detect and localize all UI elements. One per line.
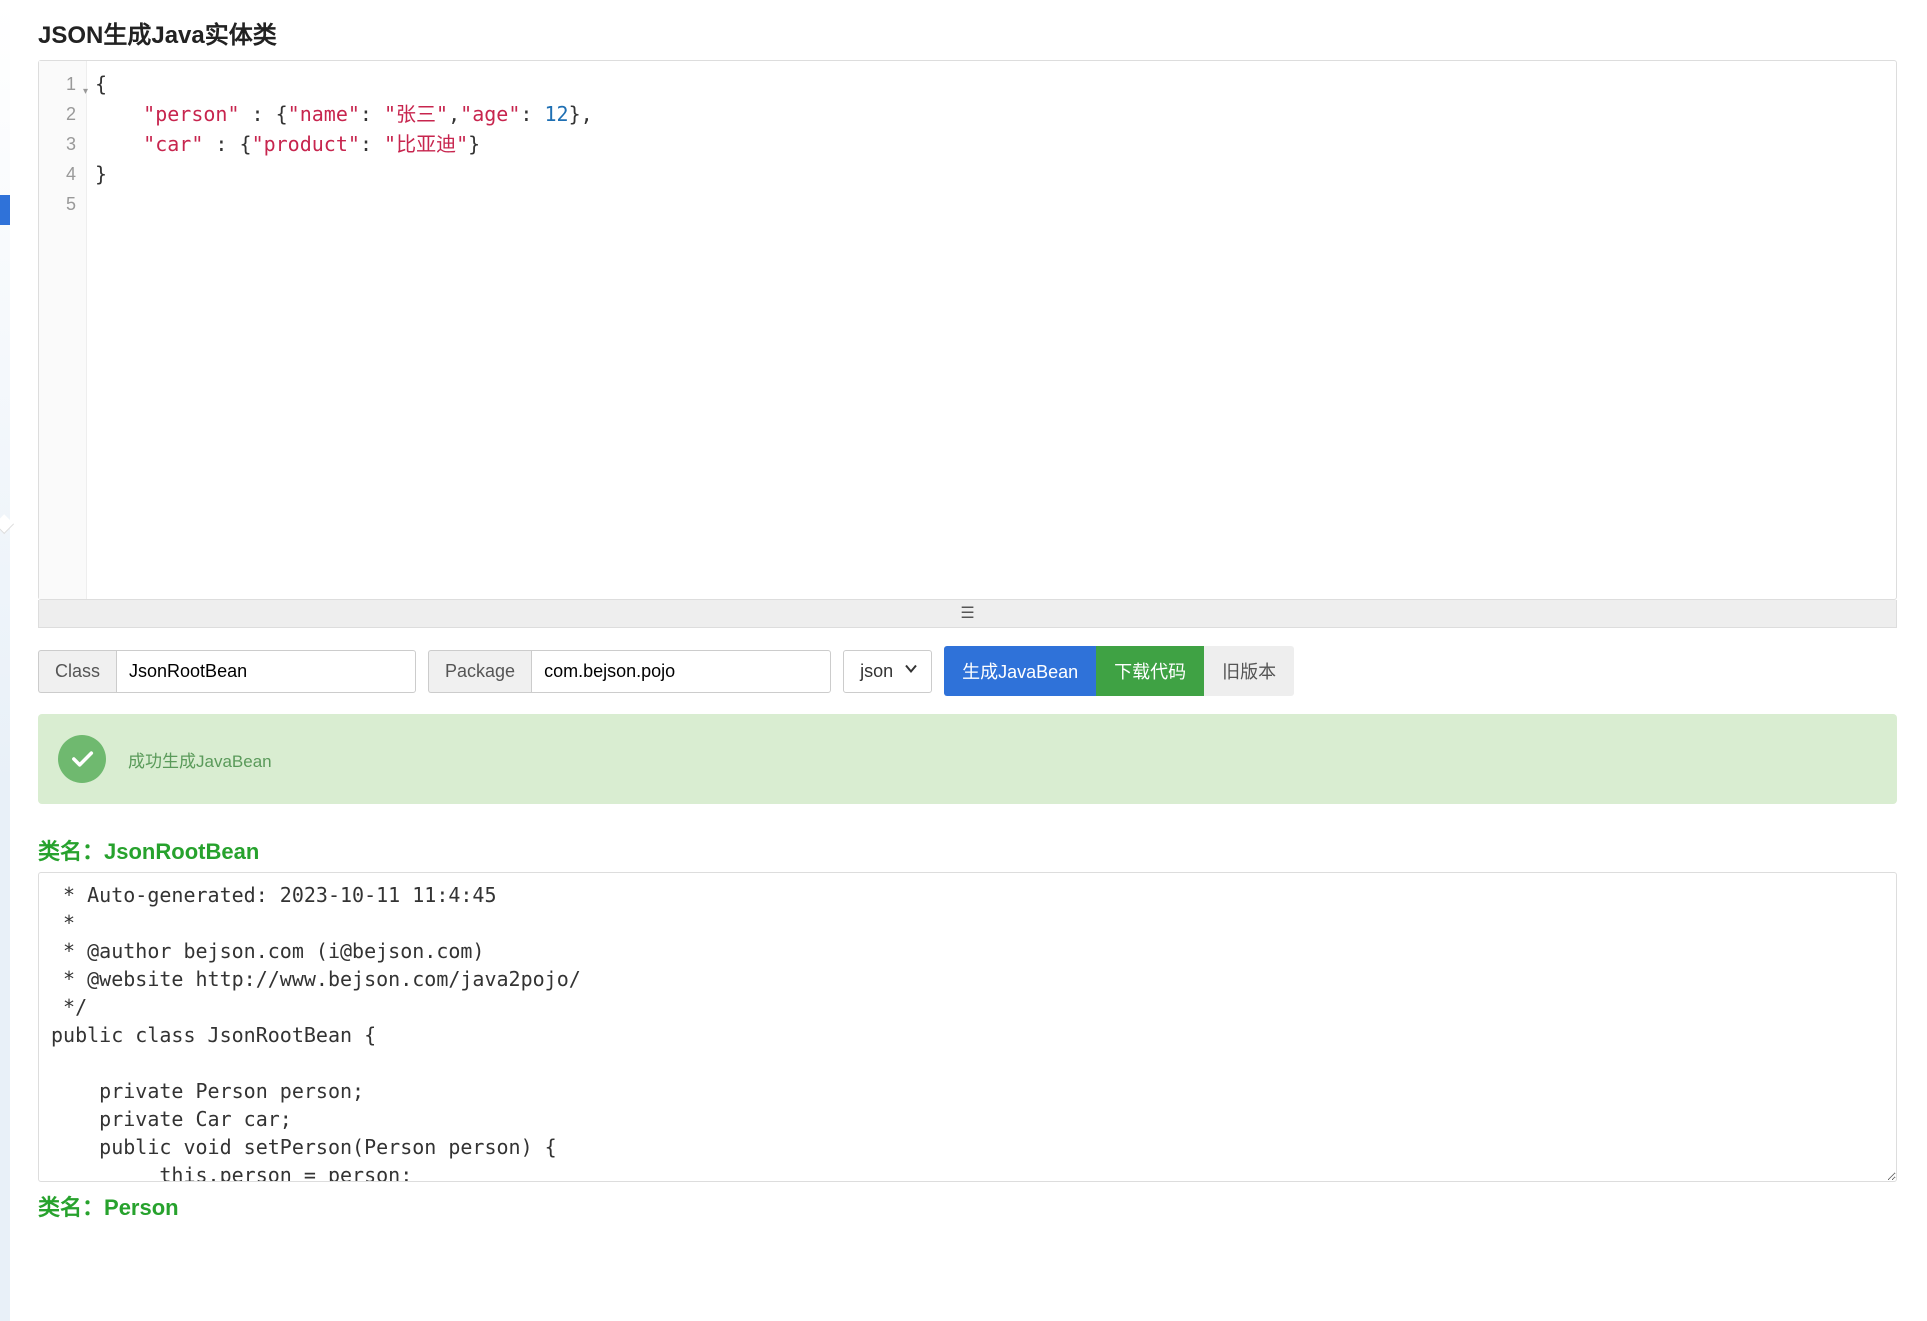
class-label: Class bbox=[38, 650, 116, 693]
alert-message: 成功生成JavaBean bbox=[128, 747, 272, 772]
code-line bbox=[95, 189, 1888, 219]
chevron-down-icon bbox=[903, 661, 919, 682]
controls-row: Class Package json 生成JavaBean 下载代码 旧版本 bbox=[38, 646, 1897, 696]
code-output-1[interactable]: * Auto-generated: 2023-10-11 11:4:45 * *… bbox=[38, 872, 1897, 1182]
left-active-tab-indicator bbox=[0, 195, 10, 225]
line-number: 5 bbox=[39, 189, 86, 219]
format-select-value: json bbox=[860, 661, 893, 681]
resize-divider[interactable]: ☰ bbox=[38, 600, 1897, 628]
package-input-group: Package bbox=[428, 650, 831, 693]
success-alert: 成功生成JavaBean bbox=[38, 714, 1897, 804]
old-version-button[interactable]: 旧版本 bbox=[1204, 646, 1294, 696]
editor-gutter: 1▾ 2 3 4 5 bbox=[39, 61, 87, 599]
package-label: Package bbox=[428, 650, 531, 693]
line-number: 2 bbox=[39, 99, 86, 129]
line-number: 1▾ bbox=[39, 69, 86, 99]
format-select[interactable]: json bbox=[843, 650, 932, 693]
line-number: 4 bbox=[39, 159, 86, 189]
class-header-1: 类名：JsonRootBean bbox=[38, 834, 1897, 866]
hamburger-icon: ☰ bbox=[960, 606, 974, 622]
generate-button[interactable]: 生成JavaBean bbox=[944, 646, 1096, 696]
code-line: { bbox=[95, 69, 1888, 99]
code-line: "person" : {"name": "张三","age": 12}, bbox=[95, 99, 1888, 129]
check-circle-icon bbox=[58, 735, 106, 783]
page-title: JSON生成Java实体类 bbox=[38, 0, 1897, 60]
class-header-2: 类名：Person bbox=[38, 1190, 1897, 1222]
download-button[interactable]: 下载代码 bbox=[1096, 646, 1204, 696]
code-area[interactable]: { "person" : {"name": "张三","age": 12}, "… bbox=[87, 61, 1896, 599]
json-editor[interactable]: 1▾ 2 3 4 5 { "person" : {"name": "张三","a… bbox=[38, 60, 1897, 600]
code-line: } bbox=[95, 159, 1888, 189]
package-input[interactable] bbox=[531, 650, 831, 693]
class-input[interactable] bbox=[116, 650, 416, 693]
button-group: 生成JavaBean 下载代码 旧版本 bbox=[944, 646, 1294, 696]
code-line: "car" : {"product": "比亚迪"} bbox=[95, 129, 1888, 159]
class-input-group: Class bbox=[38, 650, 416, 693]
line-number: 3 bbox=[39, 129, 86, 159]
